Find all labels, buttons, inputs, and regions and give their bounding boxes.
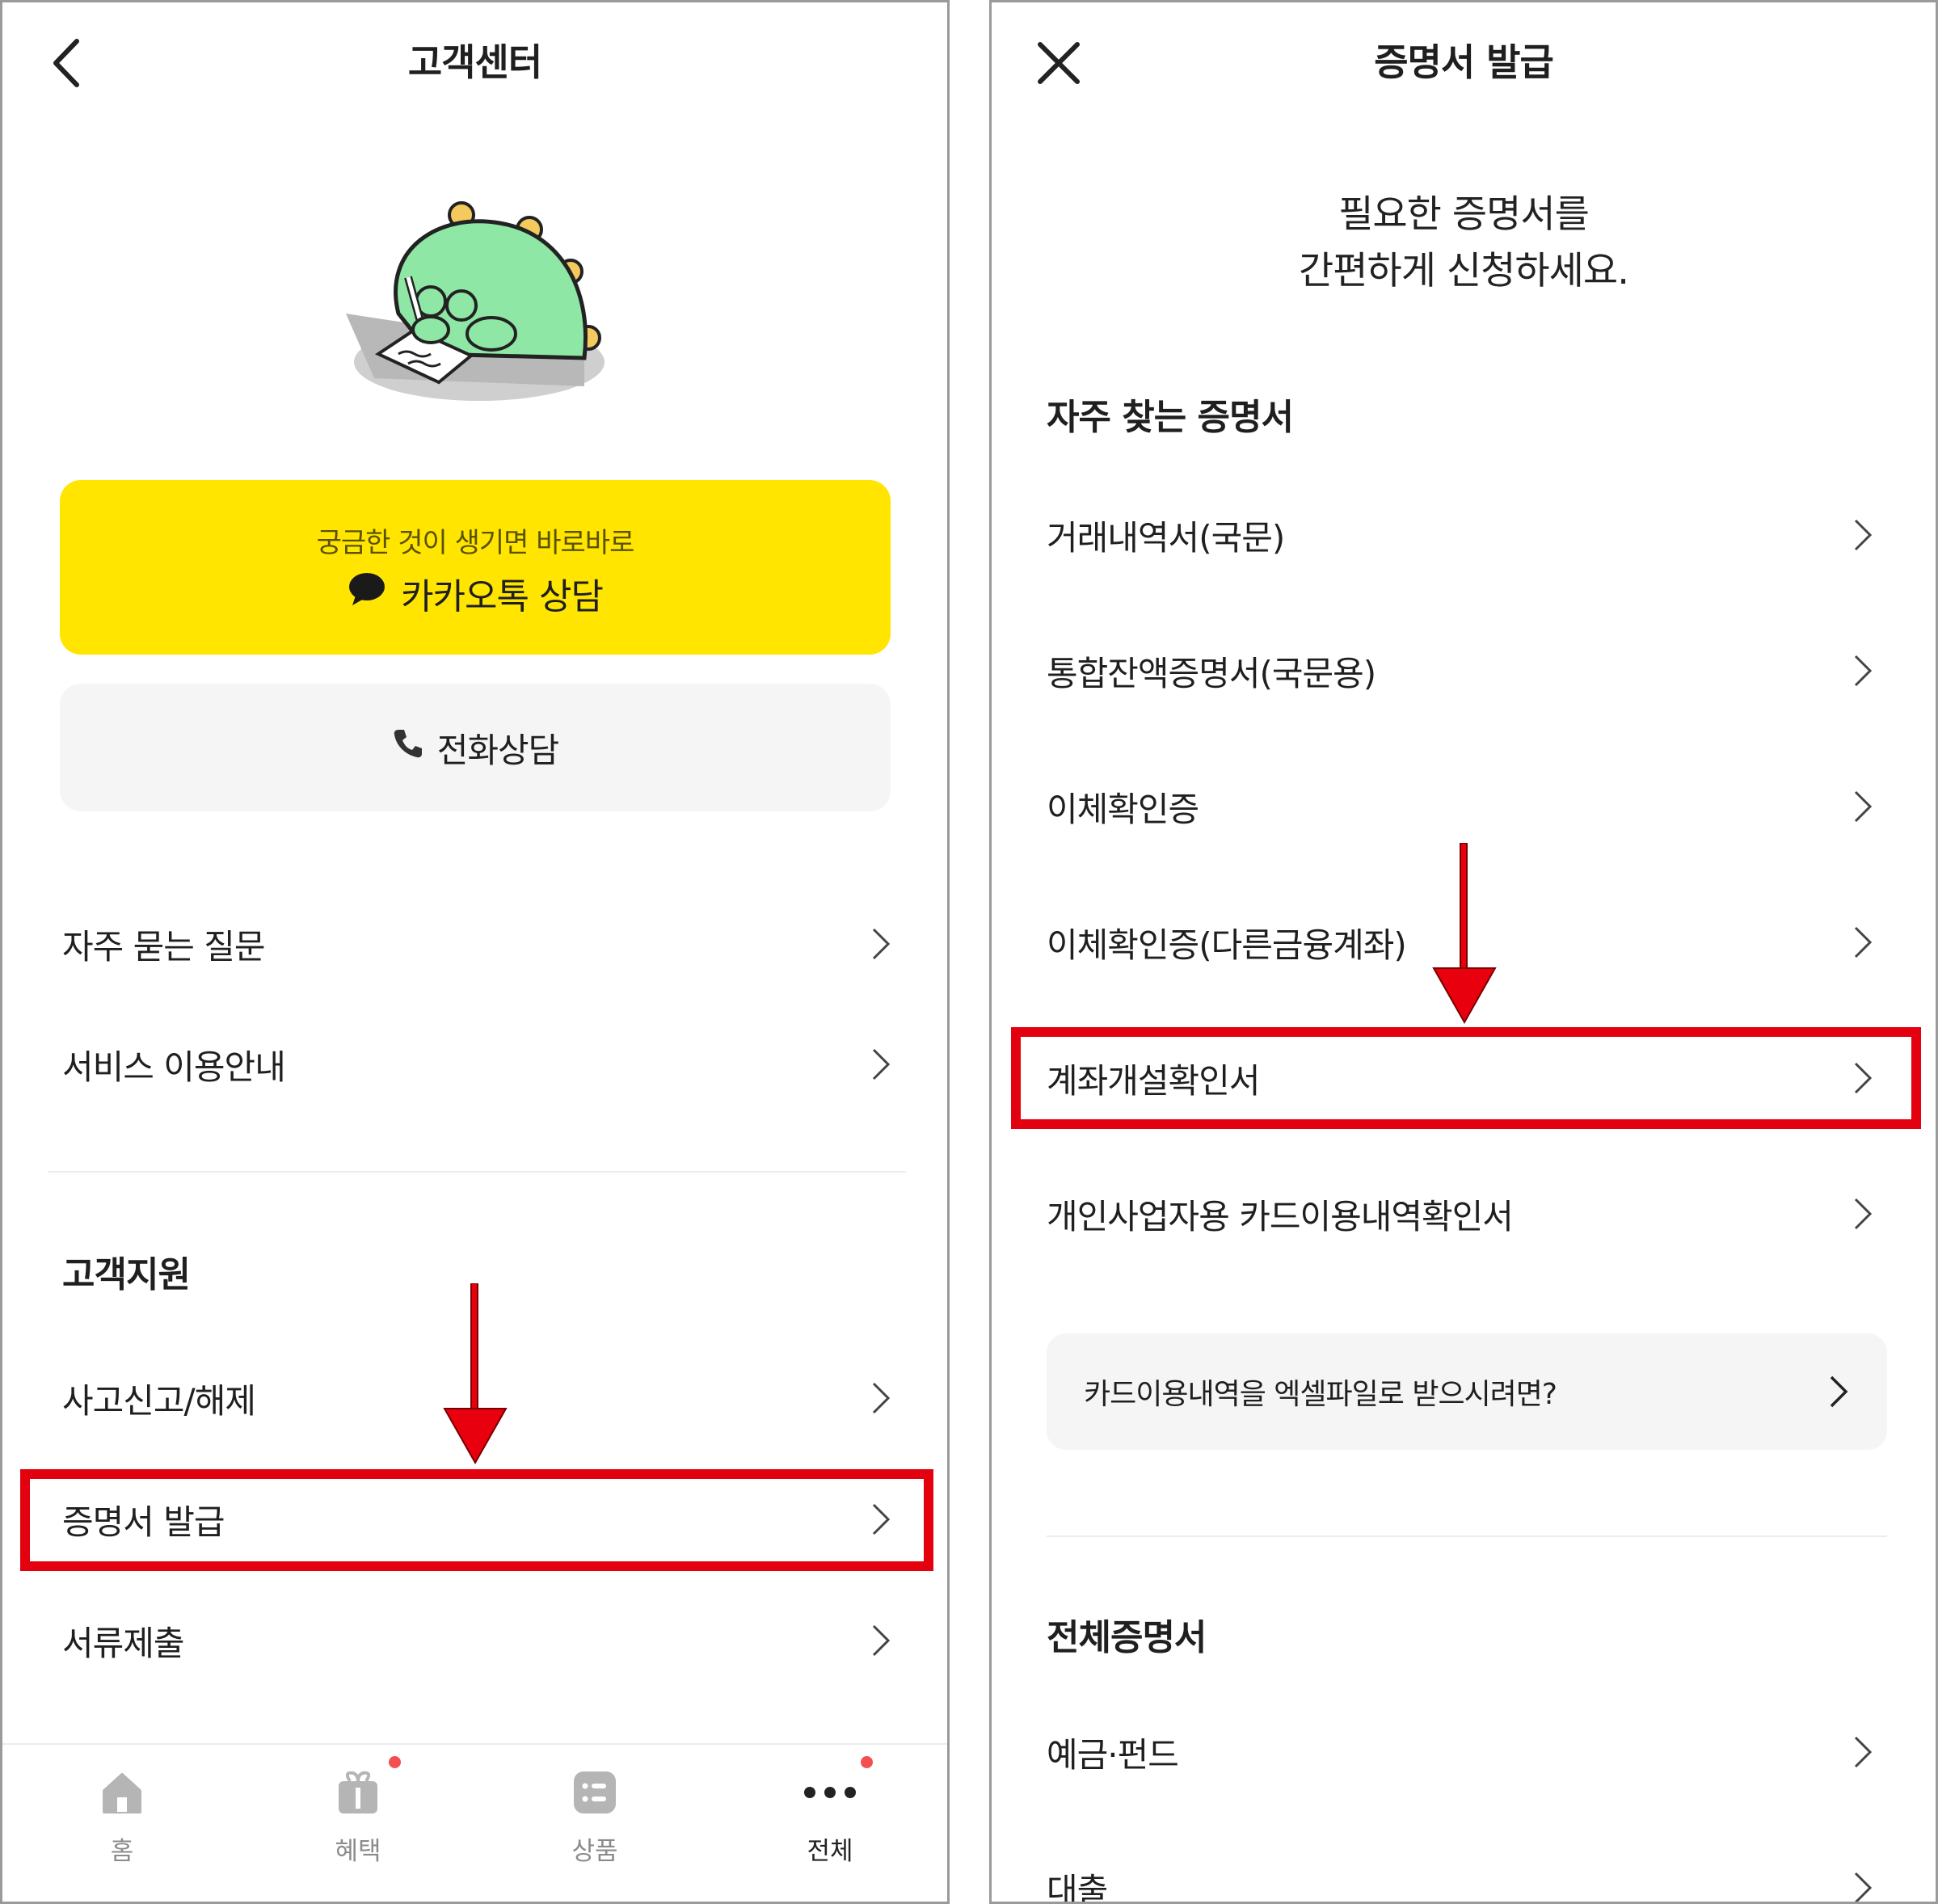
chevron-right-icon bbox=[1854, 1736, 1873, 1768]
chevron-right-icon bbox=[872, 928, 891, 960]
chevron-right-icon bbox=[1830, 1375, 1848, 1408]
kakao-subtitle: 궁금한 것이 생기면 바로바로 bbox=[316, 527, 635, 559]
notification-dot bbox=[389, 1756, 401, 1768]
menu-item-service-guide[interactable]: 서비스 이용안내 bbox=[2, 1016, 947, 1113]
highlight-box bbox=[1011, 1027, 1921, 1129]
menu-item-faq[interactable]: 자주 묻는 질문 bbox=[2, 895, 947, 992]
intro-line-2: 간편하게 신청하세요. bbox=[1298, 249, 1629, 293]
kakaotalk-consult-button[interactable]: 궁금한 것이 생기면 바로바로 카카오톡 상담 bbox=[60, 480, 891, 655]
nav-item-home[interactable]: 홈 bbox=[41, 1764, 203, 1867]
intro-text: 필요한 증명서를 간편하게 신청하세요. bbox=[992, 187, 1936, 300]
cert-item-balance-certificate[interactable]: 통합잔액증명서(국문용) bbox=[992, 622, 1936, 719]
mascot-illustration bbox=[342, 200, 617, 411]
divider bbox=[1047, 1535, 1887, 1537]
cert-item-label: 개인사업자용 카드이용내역확인서 bbox=[1047, 1196, 1514, 1236]
chevron-right-icon bbox=[1854, 1872, 1873, 1902]
kakao-label: 카카오톡 상담 bbox=[401, 576, 604, 617]
phone-consult-button[interactable]: 전화상담 bbox=[60, 684, 891, 811]
menu-item-label: 자주 묻는 질문 bbox=[62, 926, 266, 967]
page-title: 증명서 발급 bbox=[1374, 40, 1554, 84]
chevron-right-icon bbox=[1854, 655, 1873, 687]
cert-category-label: 대출 bbox=[1047, 1870, 1108, 1904]
section-title-frequent: 자주 찾는 증명서 bbox=[1047, 397, 1294, 438]
highlight-box bbox=[20, 1469, 933, 1571]
certificate-issue-screen: 증명서 발급 필요한 증명서를 간편하게 신청하세요. 자주 찾는 증명서 거래… bbox=[989, 0, 1938, 1904]
divider bbox=[48, 1171, 906, 1173]
nav-label: 혜택 bbox=[335, 1837, 381, 1866]
chevron-right-icon bbox=[1854, 1198, 1873, 1230]
cert-item-label: 통합잔액증명서(국문용) bbox=[1047, 653, 1376, 693]
cert-category-deposit-fund[interactable]: 예금·펀드 bbox=[992, 1704, 1936, 1801]
annotation-arrow bbox=[1432, 843, 1497, 1025]
cert-item-label: 이체확인증 bbox=[1047, 789, 1199, 829]
cert-item-label: 거래내역서(국문) bbox=[1047, 517, 1285, 558]
cert-category-label: 예금·펀드 bbox=[1047, 1734, 1179, 1775]
nav-label: 상품 bbox=[571, 1837, 618, 1866]
chevron-right-icon bbox=[872, 1382, 891, 1414]
bottom-nav: 홈 혜택 상품 전체 bbox=[2, 1743, 947, 1902]
page-title: 고객센터 bbox=[407, 40, 542, 84]
excel-download-link[interactable]: 카드이용내역을 엑셀파일로 받으시려면? bbox=[1047, 1333, 1887, 1450]
cert-item-transaction-history[interactable]: 거래내역서(국문) bbox=[992, 487, 1936, 583]
customer-center-screen: 고객센터 궁금한 것이 생기면 바로바로 카카오톡 상담 전화상담 자주 묻는 … bbox=[0, 0, 950, 1904]
menu-item-label: 서비스 이용안내 bbox=[62, 1047, 286, 1087]
excel-link-label: 카드이용내역을 엑셀파일로 받으시려면? bbox=[1084, 1378, 1557, 1411]
chevron-right-icon bbox=[872, 1048, 891, 1080]
cert-category-loan[interactable]: 대출 bbox=[992, 1839, 1936, 1904]
phone-label: 전화상담 bbox=[436, 730, 560, 770]
menu-item-label: 서류제출 bbox=[62, 1623, 185, 1663]
cert-item-card-usage[interactable]: 개인사업자용 카드이용내역확인서 bbox=[992, 1165, 1936, 1262]
notification-dot bbox=[861, 1756, 873, 1768]
menu-item-document-submit[interactable]: 서류제출 bbox=[2, 1592, 947, 1689]
phone-icon bbox=[392, 727, 424, 768]
chevron-right-icon bbox=[1854, 790, 1873, 823]
section-title-all: 전체증명서 bbox=[1047, 1617, 1207, 1658]
section-title-support: 고객지원 bbox=[62, 1254, 191, 1295]
nav-label: 전체 bbox=[807, 1837, 853, 1866]
nav-item-products[interactable]: 상품 bbox=[514, 1764, 676, 1867]
chat-bubble-icon bbox=[348, 571, 386, 616]
annotation-arrow bbox=[443, 1283, 508, 1465]
nav-item-benefits[interactable]: 혜택 bbox=[277, 1764, 439, 1867]
nav-item-all[interactable]: 전체 bbox=[749, 1764, 911, 1867]
chevron-right-icon bbox=[1854, 519, 1873, 551]
list-icon bbox=[514, 1764, 676, 1821]
intro-line-1: 필요한 증명서를 bbox=[1338, 192, 1590, 237]
chevron-right-icon bbox=[1854, 926, 1873, 958]
nav-label: 홈 bbox=[110, 1837, 134, 1866]
chevron-right-icon bbox=[872, 1624, 891, 1657]
more-icon bbox=[749, 1764, 911, 1821]
home-icon bbox=[41, 1764, 203, 1821]
cert-item-transfer-confirmation[interactable]: 이체확인증 bbox=[992, 758, 1936, 855]
gift-icon bbox=[277, 1764, 439, 1821]
